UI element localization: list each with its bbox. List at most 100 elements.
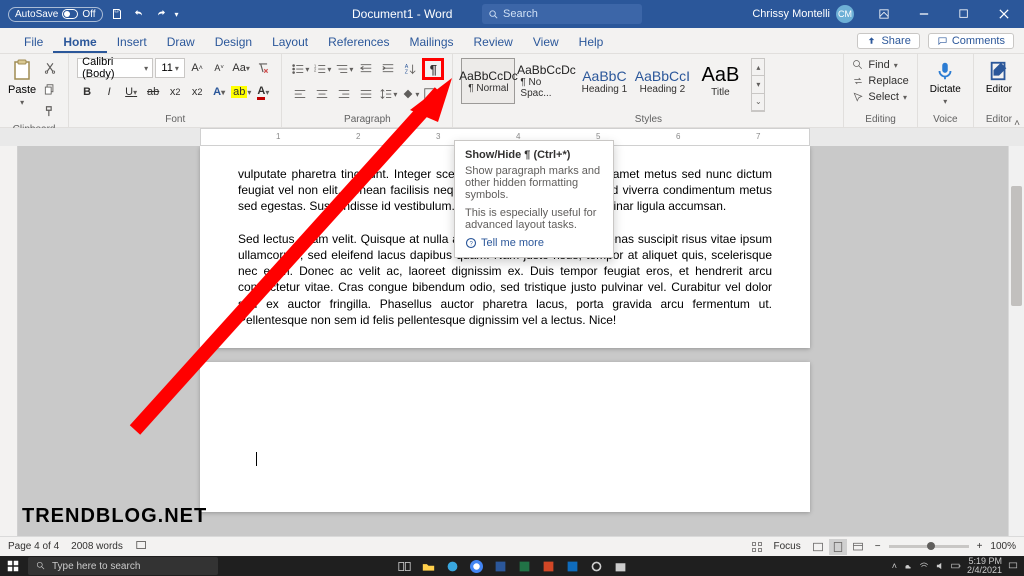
save-icon[interactable]: [109, 6, 125, 22]
focus-label[interactable]: Focus: [774, 541, 801, 552]
replace-button[interactable]: Replace: [852, 74, 908, 88]
inc-indent-button[interactable]: [378, 59, 398, 79]
store-icon[interactable]: [609, 556, 631, 576]
style-normal[interactable]: AaBbCcDc¶ Normal: [461, 58, 515, 104]
tell-me-search[interactable]: Search: [482, 4, 642, 24]
powerpoint-icon[interactable]: [537, 556, 559, 576]
paste-button[interactable]: Paste ▾: [8, 58, 36, 107]
copy-button[interactable]: [40, 80, 60, 100]
tab-file[interactable]: File: [14, 35, 53, 53]
align-center-button[interactable]: [312, 84, 332, 104]
tab-draw[interactable]: Draw: [157, 35, 205, 53]
dictate-button[interactable]: Dictate▾: [926, 58, 965, 108]
zoom-in-button[interactable]: +: [977, 541, 983, 552]
ruler-vertical[interactable]: [0, 146, 18, 536]
redo-icon[interactable]: [153, 6, 169, 22]
shading-button[interactable]: ▾: [400, 84, 420, 104]
account-button[interactable]: Chrissy Montelli CM: [742, 5, 864, 23]
minimize-button[interactable]: [904, 0, 944, 28]
tab-references[interactable]: References: [318, 35, 399, 53]
word-count[interactable]: 2008 words: [71, 541, 123, 552]
settings-icon[interactable]: [585, 556, 607, 576]
chrome-icon[interactable]: [465, 556, 487, 576]
font-name-combo[interactable]: Calibri (Body)▾: [77, 58, 153, 78]
select-button[interactable]: Select▾: [852, 90, 907, 104]
tab-insert[interactable]: Insert: [107, 35, 157, 53]
clock[interactable]: 5:19 PM 2/4/2021: [967, 557, 1002, 575]
justify-button[interactable]: [356, 84, 376, 104]
close-button[interactable]: [984, 0, 1024, 28]
view-web-button[interactable]: [849, 539, 867, 555]
autosave-toggle[interactable]: AutoSave Off: [8, 7, 103, 22]
excel-icon[interactable]: [513, 556, 535, 576]
tab-home[interactable]: Home: [53, 35, 106, 53]
ribbon-options-icon[interactable]: [864, 0, 904, 28]
wifi-icon[interactable]: [919, 561, 929, 571]
tab-layout[interactable]: Layout: [262, 35, 318, 53]
zoom-slider[interactable]: [889, 545, 969, 548]
page-2[interactable]: [200, 362, 810, 512]
dec-indent-button[interactable]: [356, 59, 376, 79]
undo-icon[interactable]: [131, 6, 147, 22]
tray-chevron-icon[interactable]: ˄: [892, 561, 897, 571]
cut-button[interactable]: [40, 58, 60, 78]
view-read-button[interactable]: [809, 539, 827, 555]
view-print-button[interactable]: [829, 539, 847, 555]
change-case-button[interactable]: Aa▾: [231, 58, 251, 78]
taskbar-search[interactable]: Type here to search: [28, 557, 218, 575]
share-button[interactable]: Share: [857, 33, 919, 49]
tab-help[interactable]: Help: [569, 35, 614, 53]
volume-icon[interactable]: [935, 561, 945, 571]
superscript-button[interactable]: x2: [187, 82, 207, 102]
underline-button[interactable]: U▾: [121, 82, 141, 102]
focus-mode-button[interactable]: [748, 539, 766, 555]
edge-icon[interactable]: [441, 556, 463, 576]
styles-gallery-scroll[interactable]: ▴▾⌄: [751, 58, 765, 112]
taskview-icon[interactable]: [393, 556, 415, 576]
outlook-icon[interactable]: [561, 556, 583, 576]
notifications-icon[interactable]: [1008, 561, 1018, 571]
clear-formatting-button[interactable]: [253, 58, 273, 78]
font-size-combo[interactable]: 11▾: [155, 58, 185, 78]
grow-font-button[interactable]: A˄: [187, 58, 207, 78]
shrink-font-button[interactable]: A˅: [209, 58, 229, 78]
line-spacing-button[interactable]: ▾: [378, 84, 398, 104]
battery-icon[interactable]: [951, 561, 961, 571]
borders-button[interactable]: ▾: [422, 84, 442, 104]
font-color-button[interactable]: A▾: [253, 82, 273, 102]
zoom-out-button[interactable]: −: [875, 541, 881, 552]
sort-button[interactable]: AZ: [400, 59, 420, 79]
tab-view[interactable]: View: [523, 35, 569, 53]
maximize-button[interactable]: [944, 0, 984, 28]
scrollbar-thumb[interactable]: [1011, 186, 1022, 306]
numbering-button[interactable]: 12▾: [312, 59, 332, 79]
qat-dropdown-icon[interactable]: ▾: [175, 10, 179, 19]
style-heading1[interactable]: AaBbCHeading 1: [577, 58, 631, 104]
align-left-button[interactable]: [290, 84, 310, 104]
italic-button[interactable]: I: [99, 82, 119, 102]
subscript-button[interactable]: x2: [165, 82, 185, 102]
system-tray[interactable]: ˄ 5:19 PM 2/4/2021: [892, 556, 1024, 576]
tab-mailings[interactable]: Mailings: [399, 35, 463, 53]
style-title[interactable]: AaBTitle: [693, 58, 747, 104]
tab-design[interactable]: Design: [205, 35, 262, 53]
tooltip-tell-me-more[interactable]: ?Tell me more: [465, 237, 603, 249]
bold-button[interactable]: B: [77, 82, 97, 102]
editor-button[interactable]: Editor: [982, 58, 1016, 97]
word-icon[interactable]: [489, 556, 511, 576]
zoom-value[interactable]: 100%: [990, 541, 1016, 552]
comments-button[interactable]: Comments: [928, 33, 1014, 49]
find-button[interactable]: Find▾: [852, 58, 897, 72]
tab-review[interactable]: Review: [464, 35, 523, 53]
onedrive-icon[interactable]: [903, 561, 913, 571]
style-nospacing[interactable]: AaBbCcDc¶ No Spac...: [519, 58, 573, 104]
explorer-icon[interactable]: [417, 556, 439, 576]
format-painter-button[interactable]: [40, 102, 60, 122]
text-effects-button[interactable]: A▾: [209, 82, 229, 102]
style-heading2[interactable]: AaBbCcIHeading 2: [635, 58, 689, 104]
vertical-scrollbar[interactable]: [1008, 146, 1024, 536]
highlight-button[interactable]: ab▾: [231, 82, 251, 102]
multilevel-button[interactable]: ▾: [334, 59, 354, 79]
page-indicator[interactable]: Page 4 of 4: [8, 541, 59, 552]
spellcheck-icon[interactable]: [135, 538, 149, 555]
